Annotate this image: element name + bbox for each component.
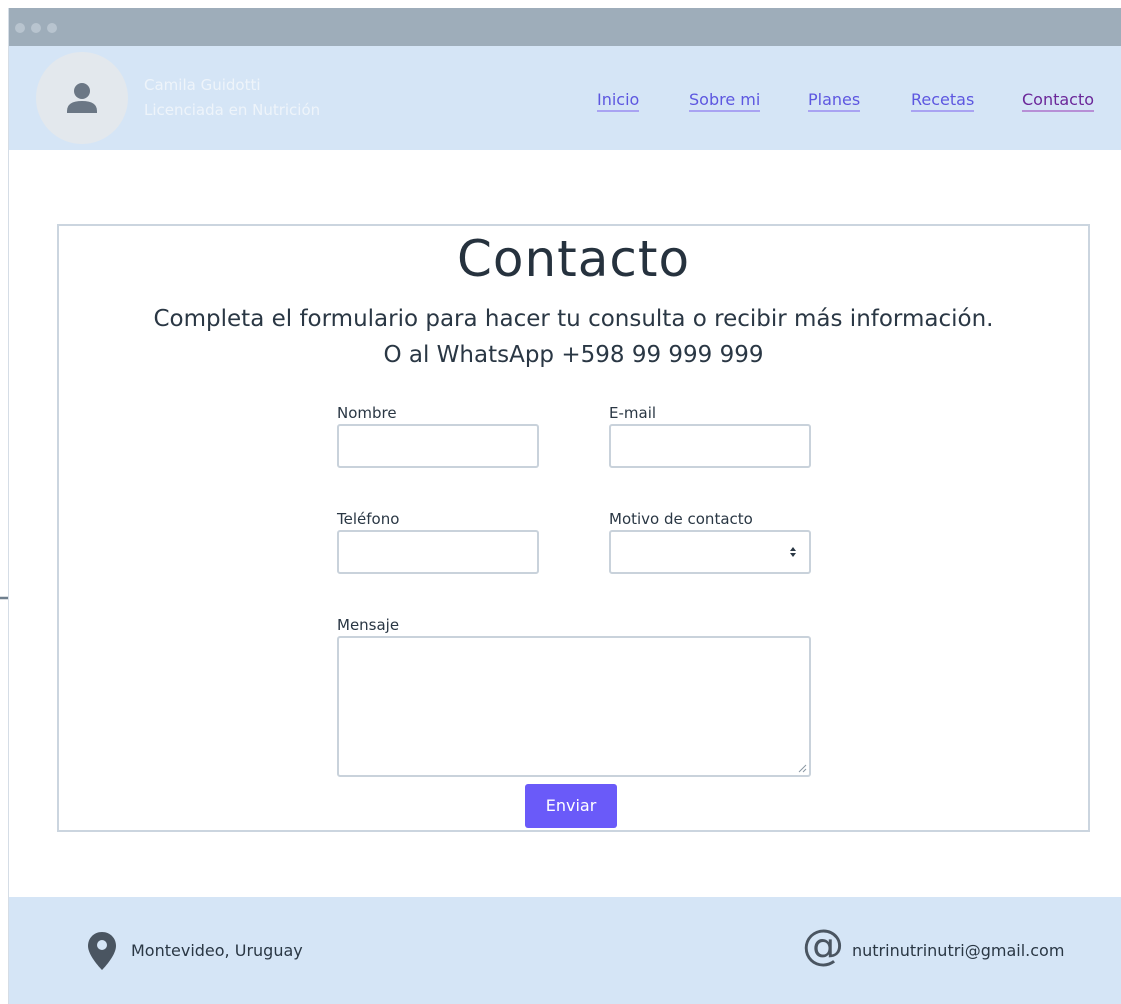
submit-button[interactable]: Enviar: [525, 784, 617, 828]
name-label: Nombre: [337, 404, 397, 422]
phone-label: Teléfono: [337, 510, 400, 528]
reason-select[interactable]: [609, 530, 811, 574]
phone-field[interactable]: [337, 530, 539, 574]
resize-handle-icon[interactable]: [797, 763, 807, 773]
nav-link-sobre-mi[interactable]: Sobre mi: [689, 90, 761, 113]
site-header: Camila Guidotti Licenciada en Nutrición …: [9, 46, 1121, 150]
site-footer: Montevideo, Uruguay @ nutrinutrinutri@gm…: [9, 897, 1121, 1004]
browser-window: Camila Guidotti Licenciada en Nutrición …: [8, 8, 1121, 1004]
footer-email[interactable]: nutrinutrinutri@gmail.com: [852, 941, 1064, 960]
email-label: E-mail: [609, 404, 657, 422]
brand-name: Camila Guidotti: [144, 76, 261, 94]
footer-location: Montevideo, Uruguay: [131, 941, 303, 960]
window-titlebar: [9, 8, 1121, 46]
nav-link-contacto[interactable]: Contacto: [1022, 90, 1095, 113]
nav-link-planes[interactable]: Planes: [808, 90, 861, 113]
user-icon: [67, 83, 97, 113]
window-dot: [31, 23, 41, 33]
contact-form-card: Contacto Completa el formulario para hac…: [57, 224, 1090, 832]
name-field[interactable]: [337, 424, 539, 468]
nav-link-inicio[interactable]: Inicio: [597, 90, 640, 113]
whatsapp-text: O al WhatsApp +598 99 999 999: [383, 342, 764, 368]
page-title: Contacto: [456, 230, 691, 288]
brand-title: Licenciada en Nutrición: [144, 101, 321, 119]
window-dot: [47, 23, 57, 33]
message-textarea[interactable]: [337, 636, 811, 777]
contact-subtitle: Completa el formulario para hacer tu con…: [153, 306, 994, 332]
at-icon: @: [802, 920, 844, 969]
avatar: [36, 52, 128, 144]
reason-label: Motivo de contacto: [609, 510, 753, 528]
window-dot: [15, 23, 25, 33]
select-arrows-icon: [790, 547, 796, 557]
message-label: Mensaje: [337, 616, 400, 634]
location-pin-icon: [88, 932, 116, 970]
nav-link-recetas[interactable]: Recetas: [911, 90, 975, 113]
email-field[interactable]: [609, 424, 811, 468]
